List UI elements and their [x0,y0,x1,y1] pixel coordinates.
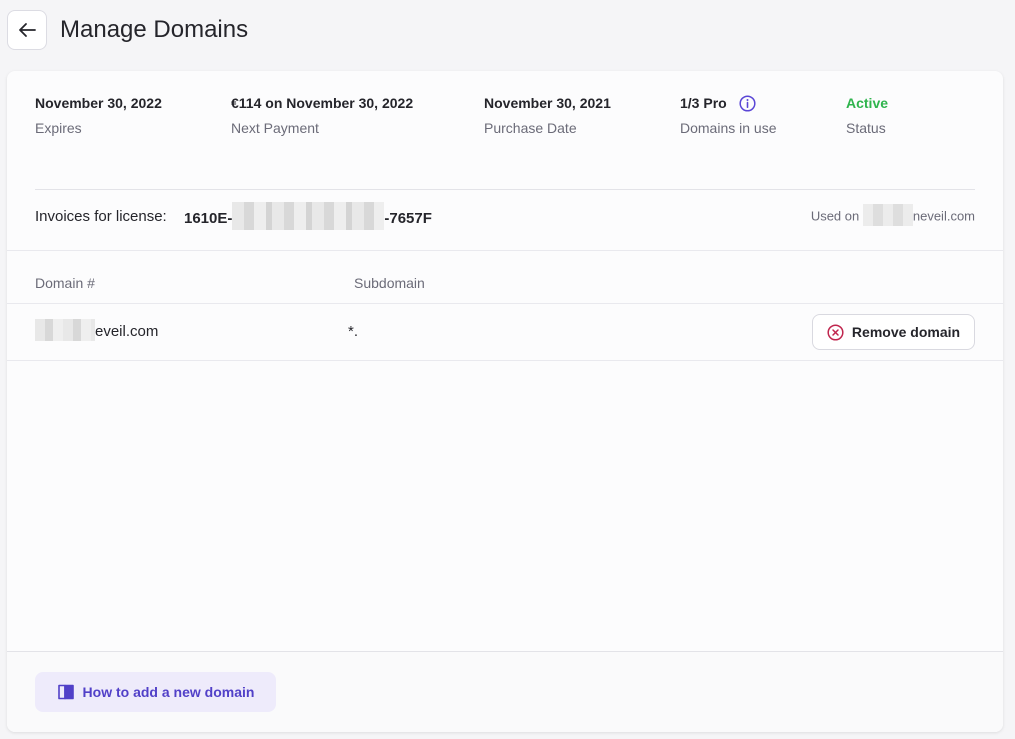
purchase-date-label: Purchase Date [484,120,577,136]
domains-in-use-label: Domains in use [680,120,777,136]
next-payment-value: €114 on November 30, 2022 [231,95,414,111]
stat-expires: November 30, 2022 Expires [35,94,162,137]
license-key[interactable]: 1610E- -7657F [184,202,432,230]
stat-status: Active Status [846,94,888,137]
domain-cell: eveil.com [35,319,159,342]
card-footer: How to add a new domain [7,652,1003,732]
used-on: Used on neveil.com [810,204,975,226]
how-to-add-domain-button[interactable]: How to add a new domain [35,672,276,712]
license-key-end: -7657F [384,209,432,227]
book-icon [57,684,74,700]
status-value: Active [846,95,889,111]
domains-in-use-value: 1/3 Pro [680,95,727,111]
stat-domains-in-use: 1/3 Pro Domains in use [680,94,777,137]
used-on-label: Used on [810,208,860,224]
license-summary: November 30, 2022 Expires €114 on Novemb… [35,94,975,144]
license-card: November 30, 2022 Expires €114 on Novemb… [7,71,1003,732]
stat-purchase-date: November 30, 2021 Purchase Date [484,94,611,137]
purchase-date-value: November 30, 2021 [484,95,611,111]
arrow-left-icon [19,23,36,37]
info-icon[interactable] [739,94,756,112]
table-row-divider [7,360,1003,361]
used-on-domain-redacted [862,204,913,226]
subdomain-cell: *. [348,323,359,340]
invoice-divider [7,250,1003,251]
status-label: Status [846,120,886,136]
next-payment-label: Next Payment [231,120,319,136]
domain-redacted [35,319,95,342]
remove-domain-button[interactable]: Remove domain [812,314,975,350]
column-header-subdomain: Subdomain [354,275,425,291]
license-key-redacted [232,202,385,230]
back-button[interactable] [7,10,47,50]
domains-in-use-value-wrap: 1/3 Pro [680,94,777,112]
remove-domain-label: Remove domain [851,324,961,340]
page-title: Manage Domains [60,16,249,43]
invoice-row: Invoices for license: 1610E- -7657F Used … [35,202,975,230]
table-row: eveil.com *. Remove domain [7,304,1003,361]
how-to-add-domain-label: How to add a new domain [82,684,255,700]
domain-tail: eveil.com [95,323,159,340]
used-on-domain-tail: neveil.com [912,208,975,224]
manage-domains-page: Manage Domains November 30, 2022 Expires… [0,0,1015,739]
x-circle-icon [827,323,844,341]
expires-value: November 30, 2022 [35,95,162,111]
summary-divider [35,189,975,190]
invoice-label: Invoices for license: [35,208,167,225]
license-key-start: 1610E- [184,209,233,227]
expires-label: Expires [35,120,82,136]
stat-next-payment: €114 on November 30, 2022 Next Payment [231,94,413,137]
column-header-domain: Domain # [35,275,95,291]
